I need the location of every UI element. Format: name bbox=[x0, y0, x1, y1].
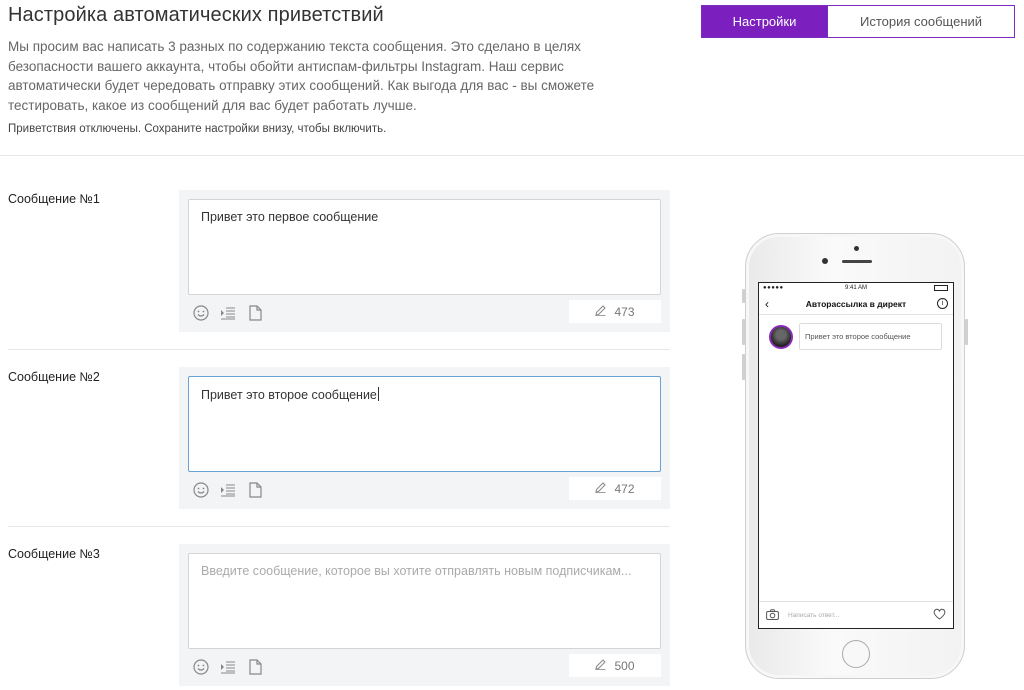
phone-volume-button bbox=[742, 289, 745, 303]
header-divider bbox=[0, 155, 1024, 156]
phone-compose-bar: Написать ответ... bbox=[759, 601, 953, 628]
message-1-editor: Привет это первое сообщение 473 bbox=[179, 190, 670, 332]
message-3-toolbar bbox=[192, 658, 264, 676]
pencil-icon bbox=[595, 304, 607, 319]
phone-preview: ●●●●● 9:41 AM ‹ Авторассылка в директ i … bbox=[742, 233, 968, 679]
message-1-text: Привет это первое сообщение bbox=[201, 210, 379, 224]
tab-switcher: Настройки История сообщений bbox=[701, 5, 1015, 38]
file-icon[interactable] bbox=[246, 481, 264, 499]
phone-chat-message: Привет это второе сообщение bbox=[799, 323, 942, 350]
phone-volume-button bbox=[742, 319, 745, 345]
emoji-icon[interactable] bbox=[192, 658, 210, 676]
message-3-counter-value: 500 bbox=[614, 658, 635, 673]
message-3-char-counter: 500 bbox=[569, 654, 661, 677]
page-description: Мы просим вас написать 3 разных по содер… bbox=[8, 39, 595, 113]
phone-volume-button bbox=[742, 354, 745, 380]
message-2-textarea[interactable]: Привет это второе сообщение bbox=[188, 376, 661, 472]
message-1-char-counter: 473 bbox=[569, 300, 661, 323]
indent-icon[interactable] bbox=[219, 481, 237, 499]
pencil-icon bbox=[595, 481, 607, 496]
message-2-text: Привет это второе сообщение bbox=[201, 388, 377, 402]
message-2-counter-value: 472 bbox=[614, 481, 635, 496]
pencil-icon bbox=[595, 658, 607, 673]
phone-power-button bbox=[965, 319, 968, 345]
tab-message-history[interactable]: История сообщений bbox=[827, 6, 1014, 37]
emoji-icon[interactable] bbox=[192, 481, 210, 499]
camera-icon bbox=[766, 608, 779, 622]
indent-icon[interactable] bbox=[219, 304, 237, 322]
phone-sensor bbox=[854, 246, 859, 251]
back-chevron-icon: ‹ bbox=[765, 297, 769, 311]
message-3-textarea[interactable]: Введите сообщение, которое вы хотите отп… bbox=[188, 553, 661, 649]
section-divider bbox=[8, 526, 670, 527]
file-icon[interactable] bbox=[246, 658, 264, 676]
message-1-textarea[interactable]: Привет это первое сообщение bbox=[188, 199, 661, 295]
phone-status-bar: ●●●●● 9:41 AM bbox=[759, 283, 953, 293]
avatar bbox=[769, 324, 793, 349]
heart-icon bbox=[933, 608, 946, 622]
message-1-toolbar bbox=[192, 304, 264, 322]
tab-settings[interactable]: Настройки bbox=[702, 6, 827, 37]
indent-icon[interactable] bbox=[219, 658, 237, 676]
message-3-label: Сообщение №3 bbox=[8, 547, 100, 561]
section-divider bbox=[8, 349, 670, 350]
message-2-char-counter: 472 bbox=[569, 477, 661, 500]
message-3-placeholder: Введите сообщение, которое вы хотите отп… bbox=[201, 564, 632, 578]
emoji-icon[interactable] bbox=[192, 304, 210, 322]
phone-compose-placeholder: Написать ответ... bbox=[788, 611, 840, 619]
message-1-counter-value: 473 bbox=[614, 304, 635, 319]
message-2-label: Сообщение №2 bbox=[8, 370, 100, 384]
message-1-label: Сообщение №1 bbox=[8, 192, 100, 206]
text-caret bbox=[377, 387, 379, 401]
phone-home-button bbox=[842, 640, 870, 668]
phone-time: 9:41 AM bbox=[844, 285, 867, 291]
message-2-editor: Привет это второе сообщение 472 bbox=[179, 367, 670, 509]
battery-icon bbox=[934, 285, 948, 291]
file-icon[interactable] bbox=[246, 304, 264, 322]
info-icon: i bbox=[937, 298, 948, 309]
phone-chat-row: Привет это второе сообщение bbox=[769, 323, 942, 350]
phone-nav-bar: ‹ Авторассылка в директ i bbox=[759, 293, 953, 315]
phone-screen: ●●●●● 9:41 AM ‹ Авторассылка в директ i … bbox=[758, 282, 954, 629]
phone-camera bbox=[822, 258, 828, 264]
page-title: Настройка автоматических приветствий bbox=[8, 4, 384, 26]
message-2-toolbar bbox=[192, 481, 264, 499]
message-3-editor: Введите сообщение, которое вы хотите отп… bbox=[179, 544, 670, 686]
phone-nav-title: Авторассылка в директ bbox=[805, 298, 907, 309]
status-note: Приветствия отключены. Сохраните настрой… bbox=[8, 123, 387, 135]
phone-speaker bbox=[842, 260, 872, 263]
